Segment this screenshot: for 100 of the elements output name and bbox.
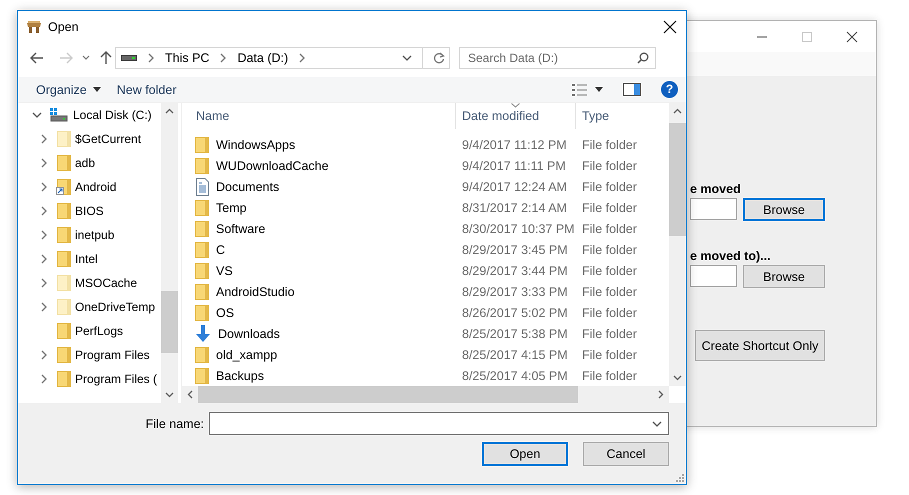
scroll-left-icon[interactable]: [187, 390, 193, 399]
address-bar[interactable]: This PC Data (D:): [115, 47, 450, 69]
tree-item[interactable]: Intel: [18, 247, 161, 271]
file-row[interactable]: Downloads: [182, 323, 456, 344]
scroll-up-icon[interactable]: [165, 108, 174, 114]
expand-chevron-icon[interactable]: [40, 158, 48, 168]
tree-item[interactable]: Android: [18, 175, 161, 199]
expand-chevron-icon[interactable]: [40, 350, 48, 360]
up-icon[interactable]: [100, 51, 112, 65]
help-button[interactable]: ?: [661, 81, 678, 98]
path-field[interactable]: [690, 265, 737, 287]
date-cell-text: 9/4/2017 11:11 PM: [461, 158, 567, 174]
browse-button[interactable]: Browse: [743, 198, 825, 221]
file-row[interactable]: OS: [182, 302, 456, 323]
expand-chevron-icon[interactable]: [40, 302, 48, 312]
expand-chevron-icon[interactable]: [40, 182, 48, 192]
dialog-button[interactable]: Cancel: [583, 442, 669, 466]
expand-chevron-icon[interactable]: [32, 110, 42, 120]
date-cell-text: 9/4/2017 12:24 AM: [461, 178, 568, 196]
field-label: e moved to)...: [690, 249, 772, 265]
search-field[interactable]: Search Data (D:): [459, 47, 656, 69]
drive-icon: [121, 54, 137, 62]
file-row[interactable]: WindowsApps: [182, 134, 456, 155]
view-options-icon[interactable]: [572, 84, 588, 96]
caret-icon[interactable]: [595, 87, 603, 92]
breadcrumb[interactable]: This PC: [165, 51, 210, 65]
create-shortcut-button[interactable]: Create Shortcut Only: [695, 330, 825, 361]
tree-item[interactable]: $GetCurrent: [18, 127, 161, 151]
file-row[interactable]: C: [182, 239, 456, 260]
type-cell-text: File folder: [581, 220, 638, 238]
type-cell-text: File folder: [581, 304, 638, 322]
scrollbar[interactable]: [182, 386, 669, 403]
scrollbar[interactable]: [161, 103, 178, 403]
file-row[interactable]: VS: [182, 260, 456, 281]
tree-item[interactable]: MSOCache: [18, 271, 161, 295]
close-icon[interactable]: [663, 20, 677, 34]
tree-item[interactable]: PerfLogs: [18, 319, 161, 343]
dropdown-icon[interactable]: [402, 53, 412, 63]
scroll-right-icon[interactable]: [658, 390, 664, 399]
dropdown-icon[interactable]: [652, 418, 662, 428]
new-folder-button[interactable]: New folder: [108, 78, 184, 100]
tree-item[interactable]: adb: [18, 151, 161, 175]
field-label: File name:: [146, 416, 204, 430]
scroll-thumb[interactable]: [161, 291, 178, 353]
scroll-down-icon[interactable]: [165, 392, 174, 398]
tree-item[interactable]: Local Disk (C:): [18, 103, 161, 127]
type-cell-text: File folder: [581, 242, 638, 258]
tree-item[interactable]: Program Files: [18, 343, 161, 367]
expand-chevron-icon[interactable]: [40, 254, 48, 264]
scrollbar[interactable]: [669, 103, 686, 386]
expand-chevron-icon[interactable]: [40, 134, 48, 144]
date-cell-text: 8/25/2017 5:38 PM: [461, 326, 569, 342]
tree-item[interactable]: inetpub: [18, 223, 161, 247]
expand-chevron-icon[interactable]: [40, 230, 48, 240]
scroll-down-icon[interactable]: [673, 375, 682, 381]
column-header[interactable]: Date modified: [456, 103, 576, 129]
type-cell-text: File folder: [581, 368, 638, 384]
file-row[interactable]: WUDownloadCache: [182, 155, 456, 176]
file-row[interactable]: Documents: [182, 176, 456, 197]
breadcrumb[interactable]: Data (D:): [237, 51, 288, 65]
chevron-icon: [147, 53, 155, 63]
date-cell-text: 8/25/2017 4:05 PM: [461, 368, 569, 384]
type-cell-text: File folder: [581, 136, 638, 154]
expand-chevron-icon[interactable]: [40, 278, 48, 288]
preview-pane-icon[interactable]: [623, 83, 641, 96]
path-field[interactable]: [690, 198, 737, 220]
file-row[interactable]: Software: [182, 218, 456, 239]
date-cell-text: 8/26/2017 5:02 PM: [461, 304, 569, 322]
type-cell-text: File folder: [581, 284, 638, 300]
dialog-button[interactable]: Open: [482, 442, 568, 466]
date-cell-text: 8/29/2017 3:44 PM: [461, 262, 569, 280]
expand-chevron-icon[interactable]: [40, 374, 48, 384]
search-icon: [637, 52, 649, 64]
chevron-icon: [298, 53, 306, 63]
recent-dropdown-icon[interactable]: [82, 55, 90, 61]
organize-menu[interactable]: Organize: [28, 78, 109, 100]
file-row[interactable]: old_xampp: [182, 344, 456, 365]
column-header[interactable]: Type: [576, 103, 669, 129]
back-icon[interactable]: [30, 52, 44, 64]
scroll-up-icon[interactable]: [673, 108, 682, 114]
tree-item[interactable]: BIOS: [18, 199, 161, 223]
close-icon[interactable]: [846, 30, 858, 42]
tree-item[interactable]: Program Files (: [18, 367, 161, 391]
caret-icon: [92, 87, 101, 92]
date-cell-text: 8/30/2017 10:37 PM: [461, 220, 576, 238]
file-row[interactable]: Backups: [182, 365, 456, 386]
date-cell-text: 8/25/2017 4:15 PM: [461, 346, 569, 364]
type-cell-text: File folder: [581, 200, 638, 216]
file-row[interactable]: Temp: [182, 197, 456, 218]
file-row[interactable]: AndroidStudio: [182, 281, 456, 302]
scroll-thumb[interactable]: [669, 123, 686, 236]
date-cell-text: 8/29/2017 3:45 PM: [461, 242, 569, 258]
date-cell-text: 8/29/2017 3:33 PM: [461, 284, 569, 300]
tree-item[interactable]: OneDriveTemp: [18, 295, 161, 319]
expand-chevron-icon[interactable]: [40, 206, 48, 216]
refresh-icon[interactable]: [433, 52, 445, 64]
browse-button[interactable]: Browse: [743, 265, 825, 288]
scroll-thumb[interactable]: [198, 386, 578, 403]
file-name-field[interactable]: [209, 412, 669, 435]
column-header[interactable]: Name: [182, 103, 456, 129]
